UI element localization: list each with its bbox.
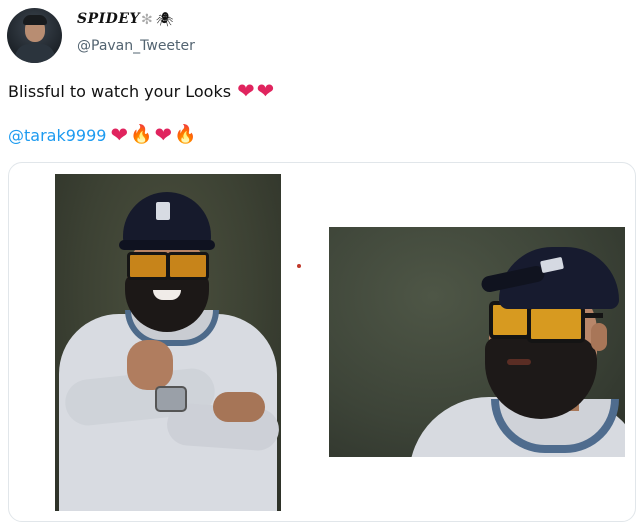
mention-link[interactable]: @tarak9999 <box>8 126 106 145</box>
heart-icon: ❤ <box>110 123 129 147</box>
sunglasses-arm <box>581 313 603 318</box>
avatar-hair <box>23 15 47 25</box>
sunglasses-right <box>527 305 585 343</box>
resting-hand <box>213 392 265 422</box>
media-photo-1[interactable] <box>55 174 281 511</box>
separator-dot <box>297 264 301 268</box>
user-handle[interactable]: @Pavan_Tweeter <box>77 38 195 54</box>
mouth <box>507 359 531 365</box>
fire-icon: 🔥 <box>130 124 153 145</box>
avatar-shirt <box>15 44 55 63</box>
profile-avatar[interactable] <box>7 8 62 63</box>
tweet-text: Blissful to watch your Looks <box>8 81 232 101</box>
heart-icon: ❤ <box>237 79 255 103</box>
fire-icon: 🔥 <box>174 124 197 145</box>
heart-icon: ❤ <box>154 123 173 147</box>
raised-hand <box>127 340 173 390</box>
name-icons: ✻ 🕷 <box>141 11 177 29</box>
spider-icon: 🕷 <box>155 12 174 28</box>
cap-brim <box>119 240 215 250</box>
sunglasses-left <box>127 252 169 280</box>
ear <box>591 323 607 351</box>
heart-icon: ❤ <box>256 79 275 103</box>
cap-logo <box>156 202 170 220</box>
media-photo-2[interactable] <box>329 227 625 457</box>
tweet-text-line1: Blissful to watch your Looks ❤ ❤ <box>8 79 275 103</box>
wristwatch <box>155 386 187 412</box>
display-name[interactable]: SPIDEY <box>77 11 140 27</box>
gear-icon: ✻ <box>141 12 153 28</box>
sunglasses-right <box>167 252 209 280</box>
tweet-text-line2: @tarak9999 ❤ 🔥 ❤ 🔥 <box>8 123 197 147</box>
